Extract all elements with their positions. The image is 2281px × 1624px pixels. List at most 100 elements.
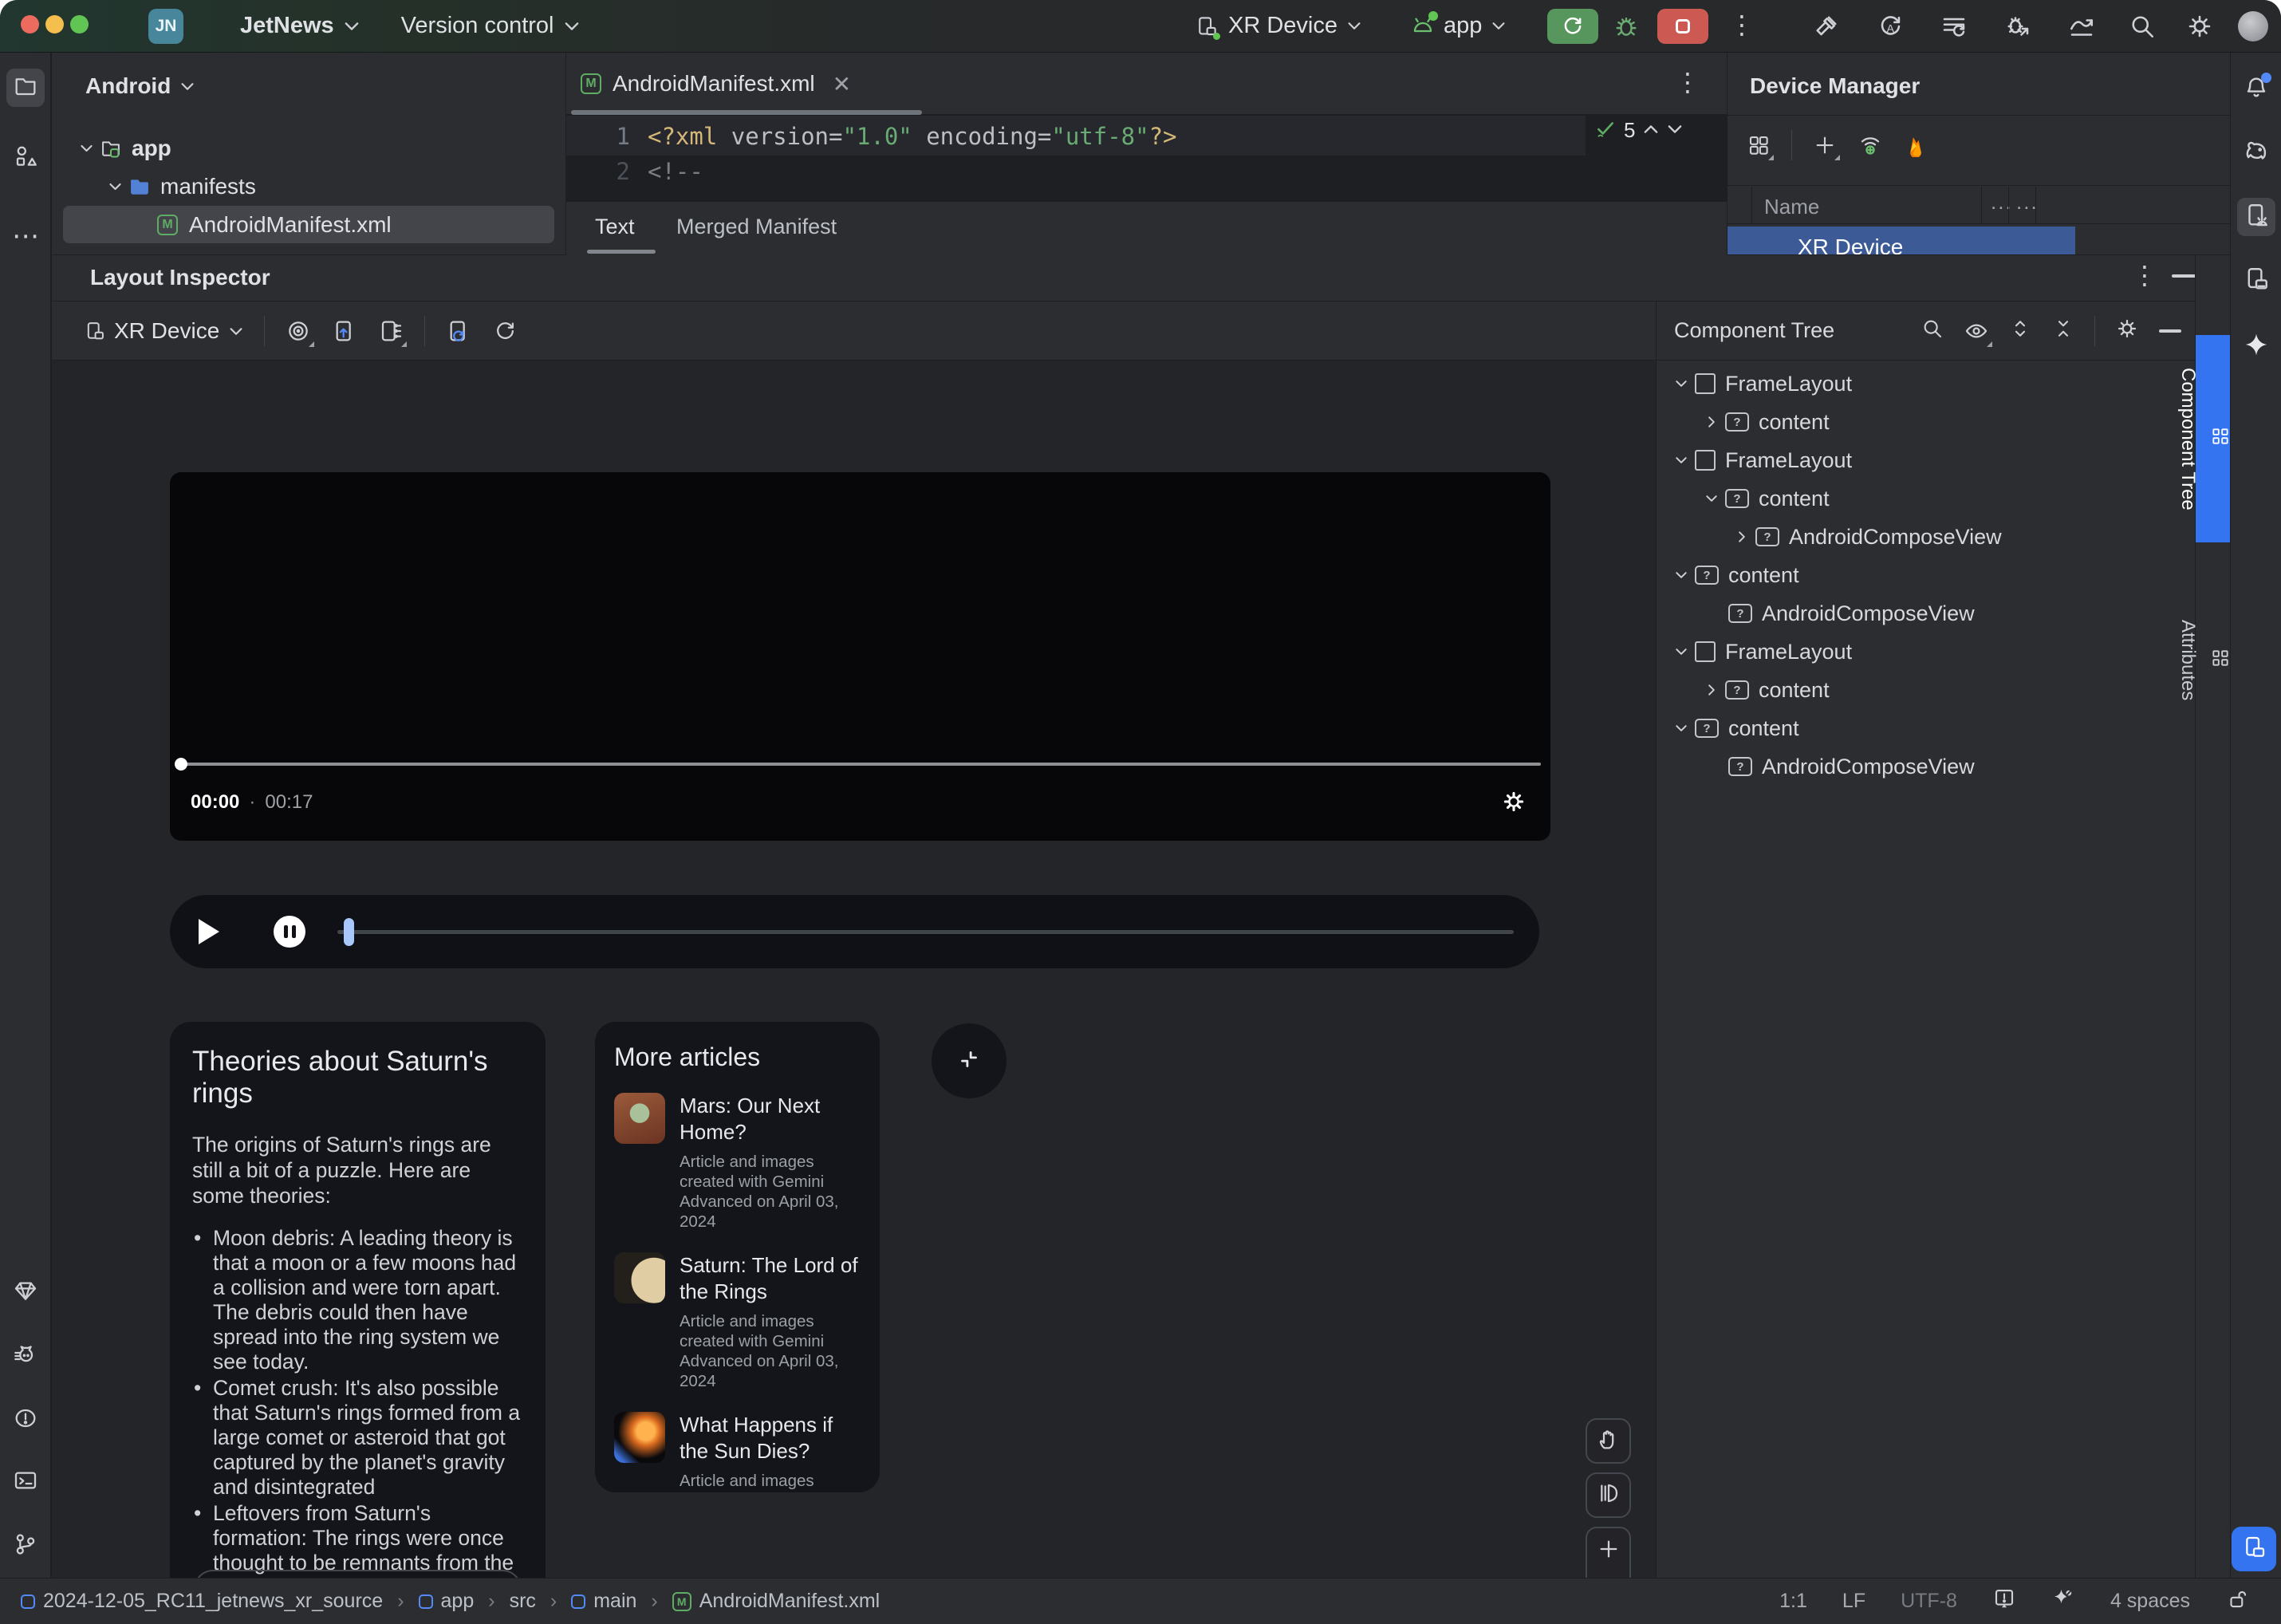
tree-node[interactable]: ? AndroidComposeView <box>1728 518 2002 556</box>
close-window-button[interactable] <box>21 14 39 37</box>
minimize-icon[interactable] <box>2159 329 2181 333</box>
video-settings-gear-icon[interactable] <box>1500 788 1527 819</box>
tree-node[interactable]: ? content <box>1668 709 1799 747</box>
column-header-name[interactable]: Name <box>1764 195 1819 219</box>
maximize-window-button[interactable] <box>70 14 89 37</box>
gemini-button[interactable] <box>2237 327 2275 365</box>
search-everywhere-icon[interactable] <box>2128 12 2157 45</box>
3d-mode-button[interactable] <box>1586 1472 1631 1518</box>
app-quality-insights-button[interactable] <box>6 1273 45 1311</box>
prev-issue-icon[interactable] <box>1643 124 1659 138</box>
article-item[interactable]: Saturn: The Lord of the Rings Article an… <box>614 1252 861 1391</box>
run-config-selector[interactable]: app <box>1410 10 1506 39</box>
view-mode-grid-icon[interactable] <box>1747 133 1774 160</box>
article-item[interactable]: Mars: Our Next Home? Article and images … <box>614 1093 861 1232</box>
tree-item-androidmanifest[interactable]: M AndroidManifest.xml <box>157 206 392 243</box>
next-issue-icon[interactable] <box>1667 124 1683 138</box>
panel-options-icon[interactable]: ⋮ <box>2132 260 2157 290</box>
chevron-down-icon[interactable] <box>73 144 100 152</box>
device-manager-button[interactable] <box>2237 198 2275 236</box>
tree-item-app[interactable]: app <box>73 129 171 167</box>
column-header-2[interactable]: ... <box>1991 190 2013 215</box>
tree-node[interactable]: ? content <box>1668 556 1799 594</box>
notifications-button[interactable] <box>2237 69 2275 107</box>
tree-node[interactable]: FrameLayout <box>1668 365 1852 403</box>
tab-text[interactable]: Text <box>595 215 635 239</box>
more-tool-windows-button[interactable]: ⋯ <box>6 217 45 255</box>
project-view-selector[interactable]: Android <box>85 73 195 99</box>
device-row-xr-device[interactable]: XR Device <box>1727 227 2075 254</box>
minimize-icon[interactable] <box>2172 274 2196 278</box>
ai-sparkle-disabled-icon[interactable] <box>2051 1587 2075 1616</box>
unlocked-icon[interactable] <box>2225 1587 2249 1616</box>
saturn-theories-card[interactable]: Theories about Saturn's rings The origin… <box>170 1022 546 1605</box>
code-line-2[interactable]: <!-- <box>648 158 703 185</box>
minimize-window-button[interactable] <box>45 14 64 37</box>
refresh-icon[interactable] <box>492 318 518 344</box>
inspections-widget[interactable]: 5 <box>1595 118 1683 143</box>
chevron-down-icon[interactable] <box>101 183 128 191</box>
problems-button[interactable] <box>6 1401 45 1439</box>
logcat-button[interactable] <box>6 1337 45 1375</box>
tree-node[interactable]: FrameLayout <box>1668 441 1852 479</box>
editor-options-icon[interactable]: ⋮ <box>1675 67 1700 97</box>
gradle-button[interactable] <box>2237 134 2275 172</box>
article-item[interactable]: What Happens if the Sun Dies? Article an… <box>614 1412 861 1492</box>
add-device-icon[interactable] <box>1813 133 1840 160</box>
audio-player[interactable] <box>170 895 1539 968</box>
pan-mode-button[interactable] <box>1586 1418 1631 1464</box>
user-avatar[interactable] <box>2238 11 2268 41</box>
firebase-icon[interactable] <box>1904 133 1928 157</box>
tree-item-manifests[interactable]: manifests <box>101 168 256 205</box>
code-line-1[interactable]: <?xml version="1.0" encoding="utf-8"?> <box>648 123 1177 150</box>
rerun-tests-icon[interactable]: A <box>1876 12 1905 45</box>
rerun-button[interactable] <box>1547 9 1598 44</box>
device-selector[interactable]: XR Device <box>1195 13 1361 40</box>
vcs-menu[interactable]: Version control <box>401 13 554 39</box>
video-progress-thumb[interactable] <box>175 758 187 771</box>
video-player[interactable]: 00:00 · 00:17 <box>170 472 1550 841</box>
build-icon[interactable] <box>1812 12 1841 45</box>
project-tool-button[interactable] <box>6 69 45 107</box>
snapshot-views-icon[interactable] <box>378 318 408 347</box>
terminal-button[interactable] <box>6 1463 45 1501</box>
collapse-all-icon[interactable] <box>2051 317 2075 345</box>
pause-button[interactable] <box>274 916 305 948</box>
breadcrumb-item[interactable]: 2024-12-05_RC11_jetnews_xr_source <box>43 1590 383 1613</box>
breadcrumb-item[interactable]: app <box>441 1590 475 1613</box>
version-control-button[interactable] <box>6 1527 45 1565</box>
tree-node[interactable]: ? AndroidComposeView <box>1728 747 1975 786</box>
search-icon[interactable] <box>1921 317 1944 345</box>
tree-node[interactable]: ? content <box>1698 479 1830 518</box>
inspector-canvas[interactable]: 00:00 · 00:17 Theories about Saturn's ri… <box>52 361 1656 1624</box>
profiler-icon[interactable] <box>2067 12 2096 45</box>
tree-node[interactable]: ? content <box>1698 671 1830 709</box>
export-snapshot-icon[interactable] <box>332 318 357 344</box>
tree-node[interactable]: ? content <box>1698 403 1830 441</box>
collapse-panel-button[interactable] <box>932 1023 1007 1098</box>
attach-debugger-icon[interactable] <box>2003 12 2032 45</box>
tab-component-tree[interactable]: Component Tree <box>2177 335 2231 542</box>
breadcrumb-item[interactable]: src <box>510 1590 536 1613</box>
caret-position[interactable]: 1:1 <box>1779 1590 1807 1613</box>
todo-list-icon[interactable] <box>1940 12 1968 45</box>
pair-wifi-icon[interactable] <box>1857 132 1883 158</box>
file-encoding[interactable]: UTF-8 <box>1901 1590 1957 1613</box>
visibility-eye-icon[interactable] <box>1964 318 1992 347</box>
audio-slider-track[interactable] <box>337 930 1514 934</box>
running-devices-button[interactable] <box>2237 262 2275 300</box>
tab-androidmanifest[interactable]: M AndroidManifest.xml ✕ <box>566 53 1727 115</box>
indent-setting[interactable]: 4 spaces <box>2110 1590 2190 1613</box>
embedded-inspector-toggle-button[interactable] <box>2232 1527 2276 1571</box>
view-options-icon[interactable] <box>286 318 315 347</box>
close-tab-icon[interactable]: ✕ <box>833 71 851 97</box>
project-menu[interactable]: JetNews <box>240 13 334 39</box>
structure-tool-button[interactable] <box>6 139 45 177</box>
tree-node[interactable]: ? AndroidComposeView <box>1728 594 1975 633</box>
breadcrumb-item[interactable]: main <box>593 1590 636 1613</box>
expand-all-icon[interactable] <box>2008 317 2032 345</box>
inspector-device-selector[interactable]: XR Device <box>84 318 243 344</box>
settings-gear-icon[interactable] <box>2185 12 2214 45</box>
video-progress-bar[interactable] <box>179 763 1541 766</box>
more-run-options-icon[interactable]: ⋮ <box>1729 10 1755 40</box>
